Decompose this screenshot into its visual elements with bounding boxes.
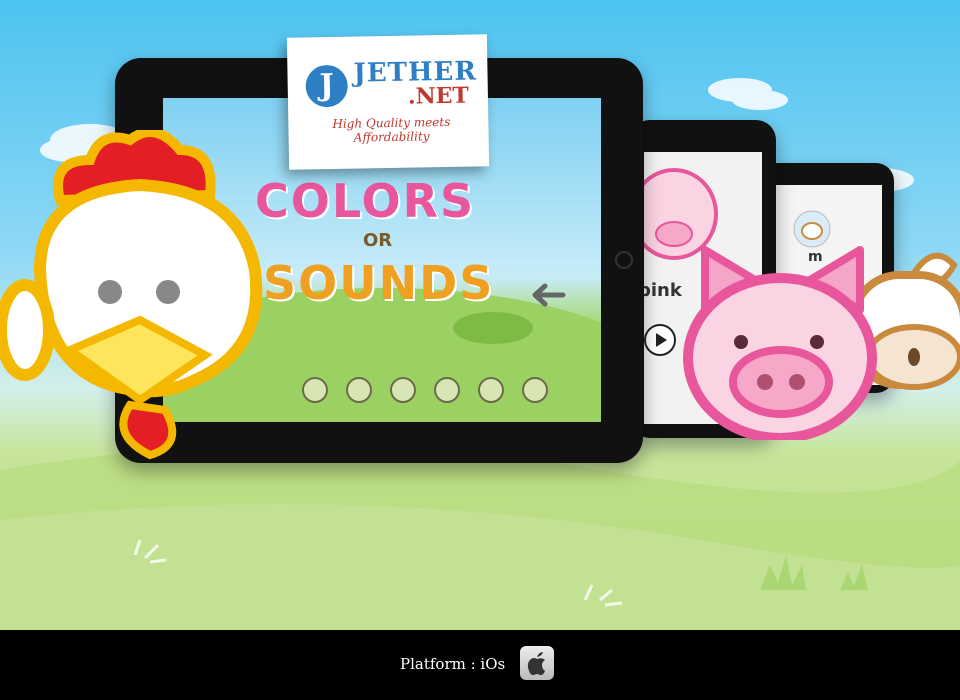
play-icon <box>656 333 667 347</box>
rooster-icon <box>302 377 328 403</box>
pig-character <box>683 246 877 440</box>
cow-icon <box>346 377 372 403</box>
sheep-icon <box>478 377 504 403</box>
chicken-character <box>0 130 263 460</box>
brand-name-part2: .NET <box>407 82 470 110</box>
app-title-word-3: SOUNDS <box>263 256 495 310</box>
promo-banner: m pink COLORS OR SOUNDS J JETHER .NET Hi… <box>0 0 960 630</box>
brand-logo-card: J JETHER .NET High Quality meets Afforda… <box>286 34 490 170</box>
home-button[interactable] <box>615 251 633 269</box>
apple-icon <box>520 646 554 680</box>
brand-logo-letter: J <box>305 64 349 108</box>
dog-icon <box>522 377 548 403</box>
play-button[interactable] <box>644 324 676 356</box>
cat-icon <box>434 377 460 403</box>
brand-tagline: High Quality meets Affordability <box>332 114 451 145</box>
platform-label: Platform : iOs <box>400 655 506 673</box>
back-arrow-icon[interactable] <box>523 280 567 310</box>
app-title-word-2: OR <box>363 230 393 251</box>
duck-icon <box>390 377 416 403</box>
